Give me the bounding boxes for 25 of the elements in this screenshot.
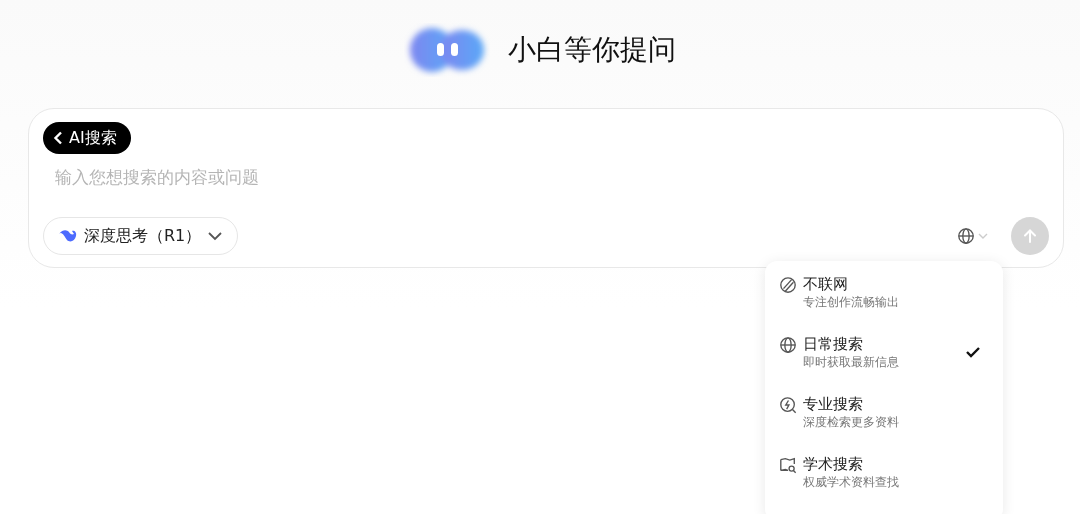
chevron-left-icon: [53, 131, 63, 145]
mode-chip[interactable]: AI搜索: [43, 122, 131, 154]
globe-icon: [779, 336, 797, 354]
lightning-search-icon: [779, 394, 797, 414]
search-input[interactable]: 输入您想搜索的内容或问题: [53, 166, 657, 188]
menu-item-title: 学术搜索: [803, 454, 863, 474]
menu-item-title: 专业搜索: [803, 394, 863, 414]
no-network-icon: [779, 274, 797, 294]
menu-item-description: 权威学术资料查找: [803, 474, 899, 490]
menu-item-title: 日常搜索: [803, 334, 863, 354]
menu-item-description: 深度检索更多资料: [803, 414, 899, 430]
page-title: 小白等你提问: [508, 32, 676, 68]
menu-item[interactable]: 专业搜索 深度检索更多资料: [765, 391, 1003, 451]
menu-item-description: 专注创作流畅输出: [803, 294, 899, 310]
globe-icon: [957, 227, 975, 245]
arrow-up-icon: [1022, 228, 1038, 244]
model-button[interactable]: 深度思考（R1）: [43, 217, 239, 255]
search-mode-button[interactable]: [957, 227, 989, 245]
menu-item[interactable]: 学术搜索 权威学术资料查找: [765, 451, 1003, 511]
menu-item[interactable]: 日常搜索 即时获取最新信息: [765, 331, 1003, 391]
menu-item-description: 即时获取最新信息: [803, 354, 899, 370]
menu-item-title: 不联网: [803, 274, 848, 294]
menu-item[interactable]: 不联网 专注创作流畅输出: [765, 271, 1003, 331]
chevron-icon: [977, 232, 989, 240]
chevron-down-icon: [207, 231, 224, 241]
